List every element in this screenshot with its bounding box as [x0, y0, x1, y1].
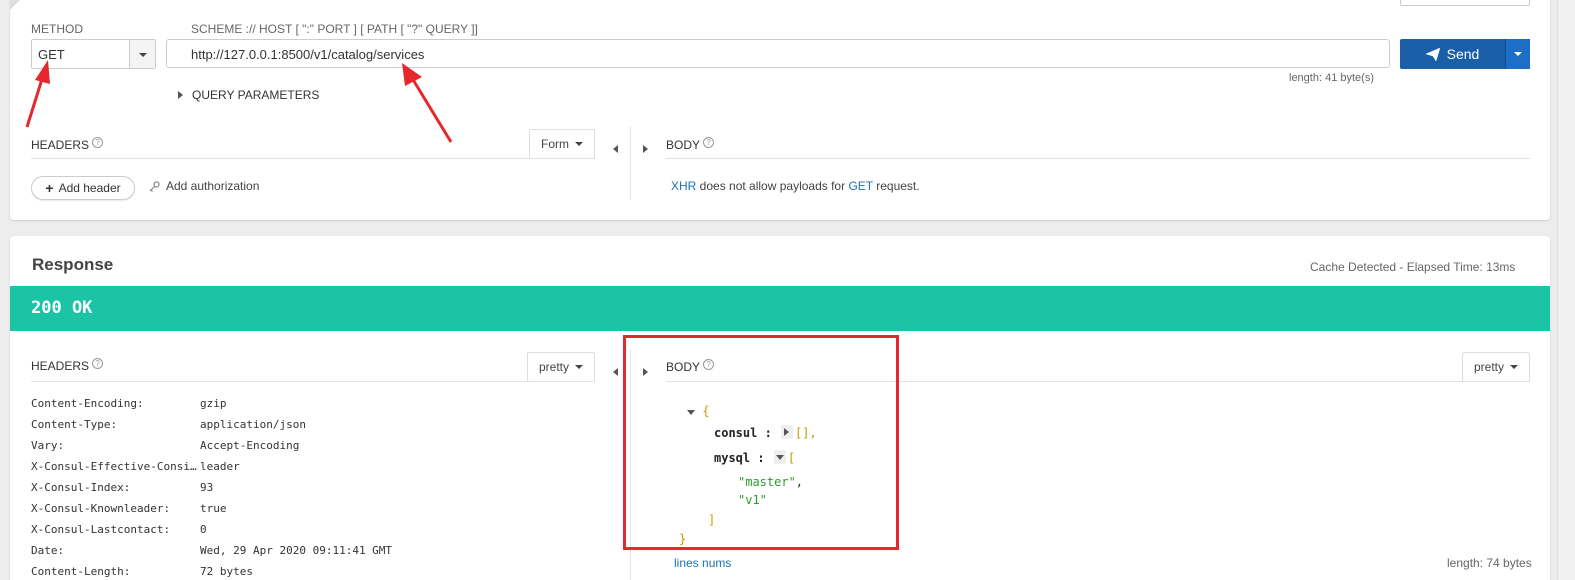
annotation-arrows	[25, 60, 453, 143]
annotation-arrow-method	[25, 60, 50, 128]
annotation-arrow-url	[402, 63, 453, 143]
